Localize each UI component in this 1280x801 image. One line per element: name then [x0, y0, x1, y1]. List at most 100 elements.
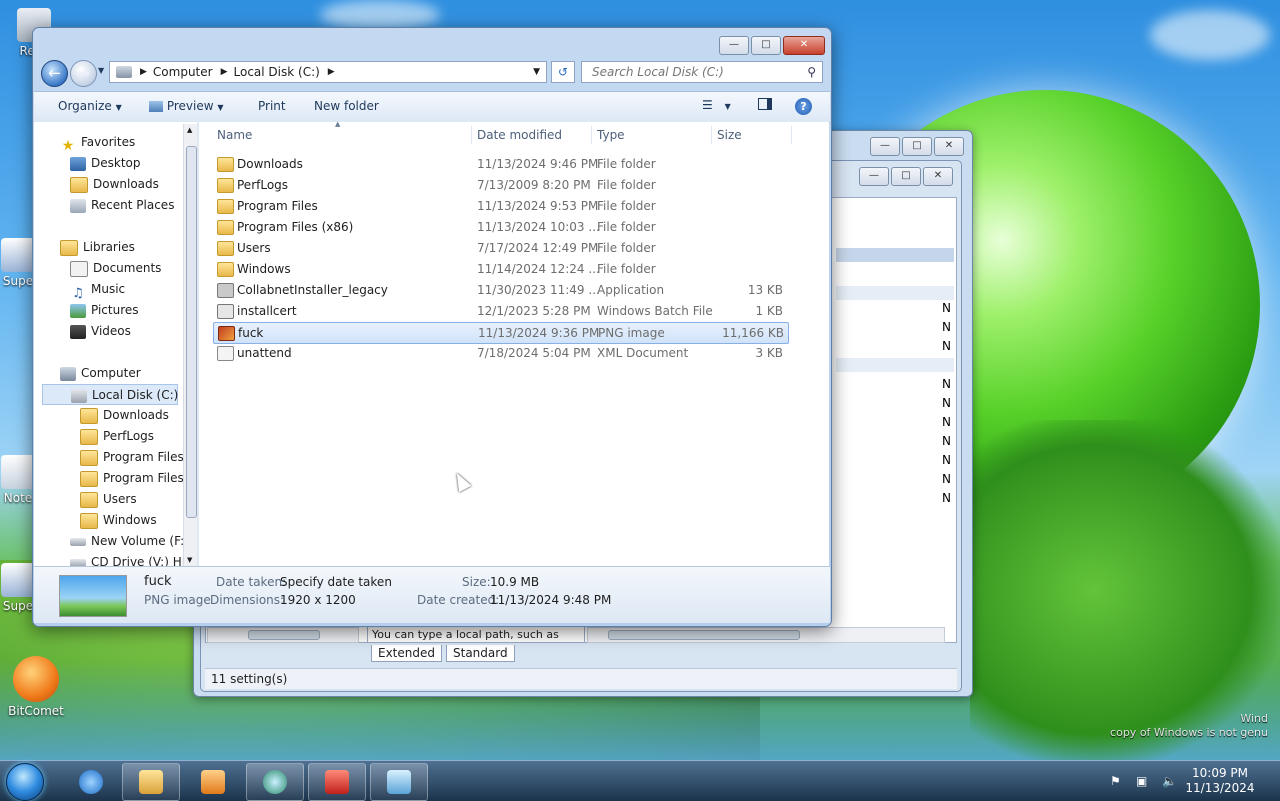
close-button[interactable]: ✕	[783, 36, 825, 55]
clock[interactable]: 10:09 PM 11/13/2024	[1180, 766, 1260, 796]
preview-pane-button[interactable]	[758, 98, 772, 113]
minimize-button[interactable]: —	[870, 137, 900, 156]
nav-desktop[interactable]: Desktop	[70, 153, 141, 174]
file-date: 11/13/2024 10:03 ...	[477, 220, 600, 234]
address-dropdown[interactable]: ▼	[533, 67, 540, 77]
nav-music[interactable]: ♫ Music	[70, 279, 125, 301]
column-header-name[interactable]: Name	[217, 122, 252, 148]
explorer-window[interactable]: — □ ✕ ← → ▼ ▶ Computer ▶ Local Disk (C:)…	[32, 27, 832, 627]
list-cell: N	[942, 491, 951, 505]
breadcrumb-computer[interactable]: Computer	[153, 65, 213, 79]
maximize-button[interactable]: □	[751, 36, 781, 55]
column-header-size[interactable]: Size	[717, 122, 742, 148]
maximize-button[interactable]: □	[902, 137, 932, 156]
view-list-icon: ☰	[702, 98, 713, 112]
navigation-pane[interactable]: ★ Favorites Desktop Downloads Recent Plac…	[34, 122, 197, 566]
file-row-selected[interactable]: fuck 11/13/2024 9:36 PM PNG image 11,166…	[213, 322, 789, 344]
nav-pictures[interactable]: Pictures	[70, 300, 139, 321]
scrollbar-thumb[interactable]	[248, 630, 320, 640]
maximize-button[interactable]: □	[891, 167, 921, 186]
change-view-button[interactable]: ☰ ▼	[702, 98, 731, 112]
nav-recent-places[interactable]: Recent Places	[70, 195, 174, 216]
nav-c-users[interactable]: Users	[80, 489, 137, 510]
preview-button[interactable]: Preview ▼	[149, 99, 224, 113]
search-input[interactable]	[590, 64, 794, 80]
minimize-button[interactable]: —	[719, 36, 749, 55]
nav-videos[interactable]: Videos	[70, 321, 131, 342]
nav-c-program-files[interactable]: Program Files	[80, 447, 184, 468]
taskbar-app-window[interactable]	[370, 763, 428, 801]
nav-documents[interactable]: Documents	[70, 258, 161, 279]
file-row[interactable]: Windows 11/14/2024 12:24 ... File folder	[213, 259, 787, 279]
start-button[interactable]	[6, 763, 44, 801]
file-list[interactable]: ▲ Name Date modified Type Size Downloads…	[199, 120, 829, 566]
action-center-flag-icon[interactable]: ⚑	[1110, 774, 1124, 788]
column-header-type[interactable]: Type	[597, 122, 625, 148]
recent-pages-dropdown[interactable]: ▼	[98, 66, 104, 75]
details-dimensions-value: 1920 x 1200	[280, 593, 356, 607]
close-button[interactable]: ✕	[923, 167, 953, 186]
file-row[interactable]: unattend 7/18/2024 5:04 PM XML Document …	[213, 343, 787, 363]
navigation-pane-scrollbar[interactable]: ▲ ▼	[183, 124, 198, 566]
column-separator[interactable]	[711, 126, 712, 144]
column-separator[interactable]	[791, 126, 792, 144]
nav-computer[interactable]: Computer	[60, 363, 141, 384]
forward-button[interactable]: →	[70, 60, 97, 87]
scrollbar-thumb[interactable]	[186, 146, 197, 518]
file-name: fuck	[238, 326, 264, 340]
column-separator[interactable]	[591, 126, 592, 144]
nav-local-disk[interactable]: Local Disk (C:)	[42, 384, 178, 405]
file-row[interactable]: Program Files 11/13/2024 9:53 PM File fo…	[213, 196, 787, 216]
close-button[interactable]: ✕	[934, 137, 964, 156]
print-button[interactable]: Print	[258, 99, 286, 113]
help-icon[interactable]: ?	[795, 98, 812, 115]
nav-favorites[interactable]: ★ Favorites	[60, 132, 136, 154]
column-separator[interactable]	[471, 126, 472, 144]
path-hint-field[interactable]: You can type a local path, such as	[367, 625, 585, 643]
taskbar-toolbox[interactable]	[308, 763, 366, 801]
breadcrumb-separator[interactable]: ▶	[328, 67, 335, 77]
minimize-button[interactable]: —	[859, 167, 889, 186]
breadcrumb-separator[interactable]: ▶	[140, 67, 147, 77]
breadcrumb-separator[interactable]: ▶	[221, 67, 228, 77]
scrollbar-thumb[interactable]	[608, 630, 800, 640]
column-header-date-modified[interactable]: Date modified	[477, 122, 562, 148]
right-horizontal-scrollbar[interactable]	[587, 627, 945, 643]
taskbar-media-player[interactable]	[184, 763, 242, 801]
taskbar-app-globe[interactable]	[246, 763, 304, 801]
file-row[interactable]: Downloads 11/13/2024 9:46 PM File folder	[213, 154, 787, 174]
organize-button[interactable]: Organize ▼	[58, 99, 122, 113]
nav-libraries[interactable]: Libraries	[60, 237, 135, 258]
file-row[interactable]: PerfLogs 7/13/2009 8:20 PM File folder	[213, 175, 787, 195]
details-date-taken-value[interactable]: Specify date taken	[280, 575, 392, 589]
tab-extended[interactable]: Extended	[371, 645, 442, 662]
scroll-up-arrow[interactable]: ▲	[187, 126, 192, 134]
list-row-highlight	[836, 248, 954, 262]
tab-standard[interactable]: Standard	[446, 645, 515, 662]
search-icon[interactable]: ⚲	[807, 62, 816, 82]
scroll-down-arrow[interactable]: ▼	[187, 556, 192, 564]
nav-cd-drive[interactable]: CD Drive (V:) HM	[70, 552, 192, 566]
nav-new-volume[interactable]: New Volume (F:)	[70, 531, 189, 552]
file-row[interactable]: Program Files (x86) 11/13/2024 10:03 ...…	[213, 217, 787, 237]
file-row[interactable]: Users 7/17/2024 12:49 PM File folder	[213, 238, 787, 258]
network-icon[interactable]: ▣	[1136, 774, 1150, 788]
search-box[interactable]: ⚲	[581, 61, 823, 83]
nav-c-downloads[interactable]: Downloads	[80, 405, 169, 426]
refresh-button[interactable]: ↺	[551, 61, 575, 83]
nav-downloads[interactable]: Downloads	[70, 174, 159, 195]
new-folder-button[interactable]: New folder	[314, 99, 379, 113]
nav-c-program-files-x86[interactable]: Program Files (	[80, 468, 192, 489]
back-button[interactable]: ←	[41, 60, 68, 87]
left-horizontal-scrollbar[interactable]	[207, 627, 359, 643]
nav-c-windows[interactable]: Windows	[80, 510, 157, 531]
volume-muted-icon[interactable]: 🔈	[1162, 774, 1177, 788]
file-row[interactable]: installcert 12/1/2023 5:28 PM Windows Ba…	[213, 301, 787, 321]
desktop-icon-bitcomet[interactable]: BitComet	[4, 656, 68, 718]
taskbar-internet-explorer[interactable]	[62, 763, 120, 801]
taskbar-explorer[interactable]	[122, 763, 180, 801]
breadcrumb-local-disk[interactable]: Local Disk (C:)	[234, 65, 320, 79]
file-row[interactable]: CollabnetInstaller_legacy 11/30/2023 11:…	[213, 280, 787, 300]
address-bar[interactable]: ▶ Computer ▶ Local Disk (C:) ▶ ▼	[109, 61, 547, 83]
nav-c-perflogs[interactable]: PerfLogs	[80, 426, 154, 447]
